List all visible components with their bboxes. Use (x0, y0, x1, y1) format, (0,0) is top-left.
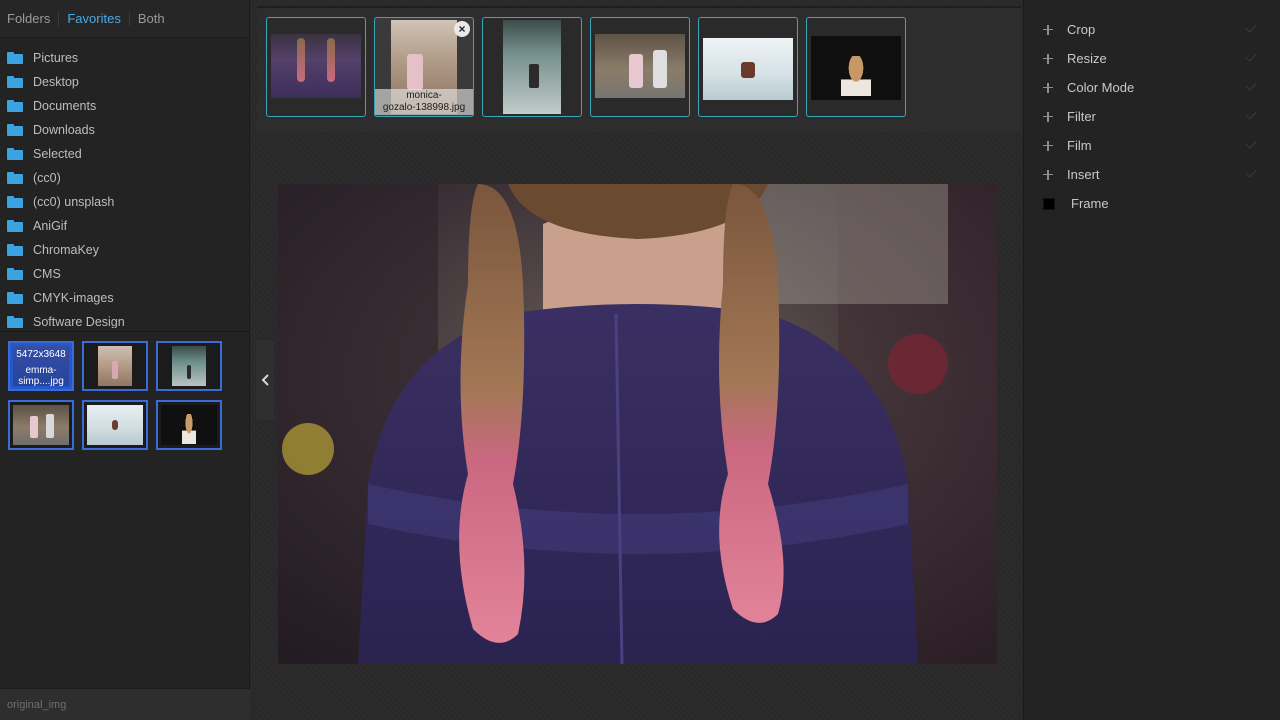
favorite-thumbnail[interactable] (8, 400, 74, 450)
tool-color-mode[interactable]: Color Mode (1024, 73, 1280, 102)
tab-favorites[interactable]: Favorites (67, 11, 130, 26)
filmstrip: × monica- gozalo-138998.jpg (257, 6, 1021, 132)
tool-insert[interactable]: Insert (1024, 160, 1280, 189)
black-square-icon (1043, 197, 1055, 210)
folder-icon (7, 196, 23, 208)
tab-folders[interactable]: Folders (7, 11, 60, 26)
tool-label: Resize (1067, 51, 1107, 66)
check-icon[interactable] (1245, 137, 1257, 149)
tab-both[interactable]: Both (138, 11, 173, 26)
folder-icon (7, 220, 23, 232)
tool-resize[interactable]: Resize (1024, 44, 1280, 73)
collapse-sidebar-button[interactable] (256, 340, 274, 420)
folder-item-downloads[interactable]: Downloads (0, 118, 250, 142)
check-icon[interactable] (1245, 21, 1257, 33)
favorite-filename: emma-simp....jpg (18, 365, 64, 387)
filmstrip-caption-line2: gozalo-138998.jpg (382, 102, 466, 113)
filmstrip-thumbnail[interactable] (482, 17, 582, 117)
folder-icon (7, 292, 23, 304)
folder-item-selected[interactable]: Selected (0, 142, 250, 166)
folder-item-chromakey[interactable]: ChromaKey (0, 238, 250, 262)
folder-label: (cc0) unsplash (33, 195, 115, 209)
folder-item-software-design[interactable]: Software Design (0, 310, 250, 328)
status-text: original_img (7, 698, 67, 711)
check-icon[interactable] (1245, 166, 1257, 178)
folder-item-anigif[interactable]: AniGif (0, 214, 250, 238)
sidebar-tabs: Folders Favorites Both (0, 0, 249, 38)
left-sidebar: Folders Favorites Both Pictures Desktop … (0, 0, 250, 720)
favorite-thumbnail[interactable] (82, 341, 148, 391)
folder-label: ChromaKey (33, 243, 99, 257)
folder-label: (cc0) (33, 171, 61, 185)
plus-icon (1043, 24, 1053, 35)
right-tool-panel: Crop Resize Color Mode Filter Film Inser… (1023, 0, 1280, 720)
favorite-thumbnail[interactable] (82, 400, 148, 450)
folder-item-documents[interactable]: Documents (0, 94, 250, 118)
tool-filter[interactable]: Filter (1024, 102, 1280, 131)
tool-label: Insert (1067, 167, 1100, 182)
folder-label: CMS (33, 267, 61, 281)
plus-icon (1043, 140, 1053, 151)
folder-item-pictures[interactable]: Pictures (0, 46, 250, 70)
main-canvas: × monica- gozalo-138998.jpg (251, 0, 1021, 720)
filmstrip-thumbnail[interactable] (698, 17, 798, 117)
chevron-left-icon (261, 374, 269, 386)
filmstrip-thumbnail[interactable] (806, 17, 906, 117)
folder-item-desktop[interactable]: Desktop (0, 70, 250, 94)
check-icon[interactable] (1245, 108, 1257, 120)
folder-icon (7, 316, 23, 328)
folder-label: Pictures (33, 51, 79, 65)
tool-label: Frame (1071, 196, 1109, 211)
plus-icon (1043, 53, 1053, 64)
favorite-thumbnail[interactable] (156, 341, 222, 391)
favorite-thumbnail[interactable] (156, 400, 222, 450)
check-icon[interactable] (1245, 79, 1257, 91)
filmstrip-caption-line1: monica- (406, 90, 442, 101)
sidebar-divider (0, 331, 250, 332)
tool-label: Crop (1067, 22, 1096, 37)
folder-icon (7, 268, 23, 280)
filmstrip-thumbnail[interactable] (590, 17, 690, 117)
folder-label: Software Design (33, 315, 125, 328)
favorite-thumbnail-selected[interactable]: 5472x3648 emma-simp....jpg (8, 341, 74, 391)
filmstrip-thumbnail[interactable] (266, 17, 366, 117)
plus-icon (1043, 111, 1053, 122)
filmstrip-caption: monica- gozalo-138998.jpg (375, 89, 473, 115)
photo-girl-braids (278, 184, 997, 664)
tool-label: Color Mode (1067, 80, 1135, 95)
folder-label: Selected (33, 147, 82, 161)
folder-label: Downloads (33, 123, 95, 137)
folder-label: Documents (33, 99, 97, 113)
folder-icon (7, 148, 23, 160)
tool-label: Film (1067, 138, 1092, 153)
plus-icon (1043, 169, 1053, 180)
folder-label: CMYK-images (33, 291, 114, 305)
filmstrip-thumbnail-hovered[interactable]: × monica- gozalo-138998.jpg (374, 17, 474, 117)
tool-label: Filter (1067, 109, 1096, 124)
tool-crop[interactable]: Crop (1024, 15, 1280, 44)
folder-label: Desktop (33, 75, 79, 89)
tool-frame[interactable]: Frame (1024, 189, 1280, 218)
folder-icon (7, 124, 23, 136)
folder-icon (7, 172, 23, 184)
folder-icon (7, 76, 23, 88)
folder-icon (7, 244, 23, 256)
folder-icon (7, 100, 23, 112)
tool-list: Crop Resize Color Mode Filter Film Inser… (1024, 15, 1280, 218)
plus-icon (1043, 82, 1053, 93)
status-bar: original_img (0, 688, 250, 720)
folder-item-cmyk-images[interactable]: CMYK-images (0, 286, 250, 310)
folder-item-cc0[interactable]: (cc0) (0, 166, 250, 190)
folder-icon (7, 52, 23, 64)
tool-film[interactable]: Film (1024, 131, 1280, 160)
main-image-preview[interactable] (278, 184, 997, 664)
folder-label: AniGif (33, 219, 68, 233)
folder-list: Pictures Desktop Documents Downloads Sel… (0, 46, 250, 328)
check-icon[interactable] (1245, 50, 1257, 62)
favorite-dimensions: 5472x3648 (16, 349, 66, 360)
folder-item-cms[interactable]: CMS (0, 262, 250, 286)
close-icon[interactable]: × (454, 21, 470, 37)
folder-item-cc0-unsplash[interactable]: (cc0) unsplash (0, 190, 250, 214)
app-window: Folders Favorites Both Pictures Desktop … (0, 0, 1280, 720)
